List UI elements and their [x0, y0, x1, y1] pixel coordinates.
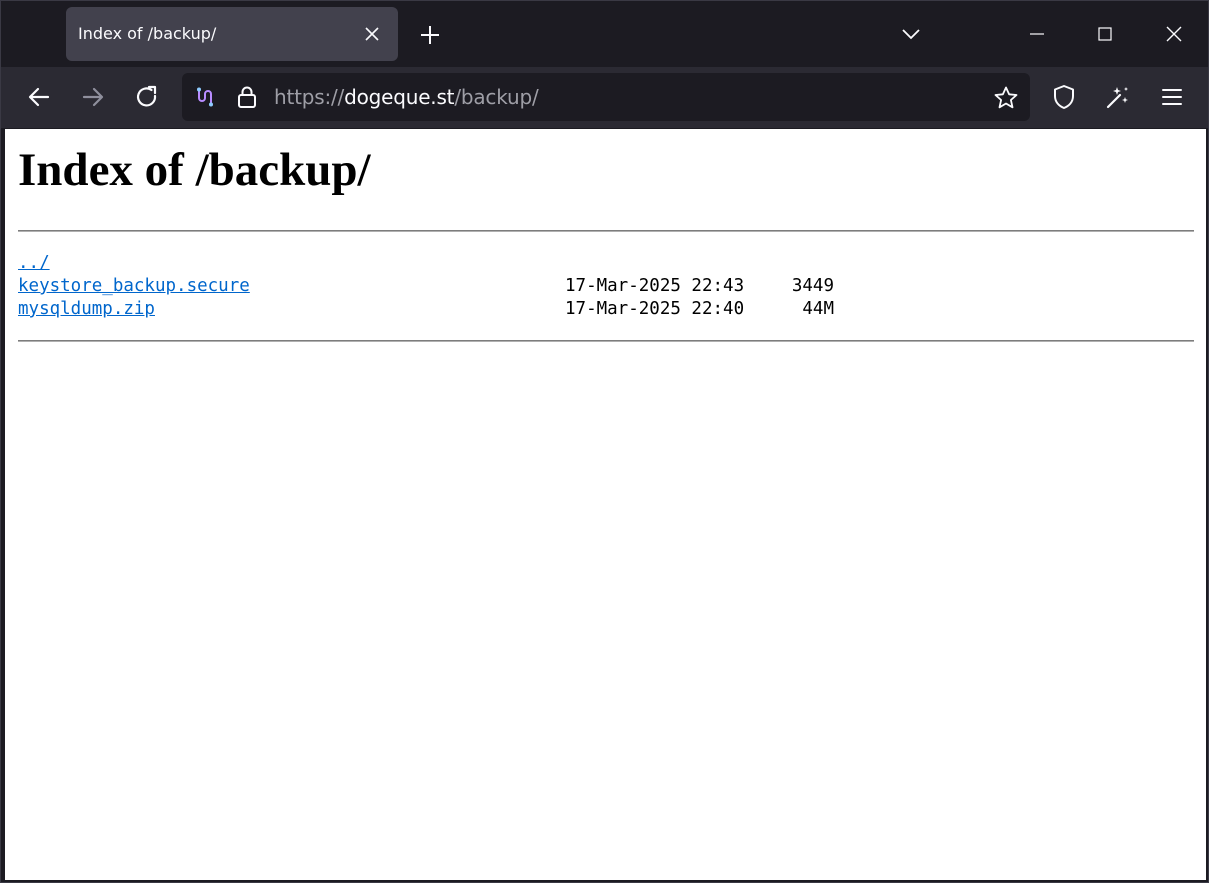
maximize-icon[interactable]: [1092, 21, 1118, 47]
close-icon[interactable]: [362, 24, 382, 44]
magic-wand-icon[interactable]: [1104, 83, 1132, 111]
url-path: /backup/: [454, 85, 539, 109]
file-date: 17-Mar-2025 22:40: [565, 299, 745, 319]
url-host: dogeque.st: [344, 85, 455, 109]
shield-icon[interactable]: [1050, 83, 1078, 111]
active-tab[interactable]: Index of /backup/: [66, 7, 398, 61]
directory-listing: ../ keystore_backup.secure 17-Mar-2025 2…: [18, 252, 918, 321]
file-link-mysqldump[interactable]: mysqldump.zip: [18, 298, 155, 321]
browser-window: Index of /backup/ https://dogeque.st/bac…: [0, 0, 1209, 883]
window-close-icon[interactable]: [1161, 21, 1187, 47]
url-bar[interactable]: https://dogeque.st/backup/: [182, 73, 1030, 121]
arrow-left-icon[interactable]: [25, 83, 53, 111]
list-item: mysqldump.zip 17-Mar-2025 22:40 44M: [18, 298, 918, 321]
plus-icon[interactable]: [418, 23, 442, 47]
file-link-keystore[interactable]: keystore_backup.secure: [18, 275, 250, 298]
file-size: 3449: [791, 276, 834, 296]
divider-top: [18, 230, 1194, 232]
url-scheme: https://: [274, 85, 345, 109]
arrow-right-icon[interactable]: [79, 83, 107, 111]
chevron-down-icon[interactable]: [900, 23, 922, 45]
lock-icon[interactable]: [236, 85, 258, 109]
file-size: 44M: [802, 299, 834, 319]
tab-title: Index of /backup/: [78, 24, 217, 43]
navigation-toolbar: https://dogeque.st/backup/: [1, 67, 1208, 128]
reload-icon[interactable]: [133, 83, 161, 111]
url-text[interactable]: https://dogeque.st/backup/: [274, 85, 539, 109]
file-date: 17-Mar-2025 22:43: [565, 276, 745, 296]
parent-directory-link[interactable]: ../: [18, 252, 50, 275]
extension-icon[interactable]: [194, 86, 216, 108]
star-icon[interactable]: [993, 85, 1019, 111]
page-content: Index of /backup/ ../ keystore_backup.se…: [5, 129, 1206, 880]
list-item: keystore_backup.secure 17-Mar-2025 22:43…: [18, 275, 918, 298]
divider-bottom: [18, 340, 1194, 342]
minimize-icon[interactable]: [1024, 21, 1050, 47]
list-item-parent: ../: [18, 252, 918, 275]
hamburger-menu-icon[interactable]: [1158, 83, 1186, 111]
title-bar: Index of /backup/: [1, 1, 1208, 67]
page-title: Index of /backup/: [18, 144, 371, 196]
